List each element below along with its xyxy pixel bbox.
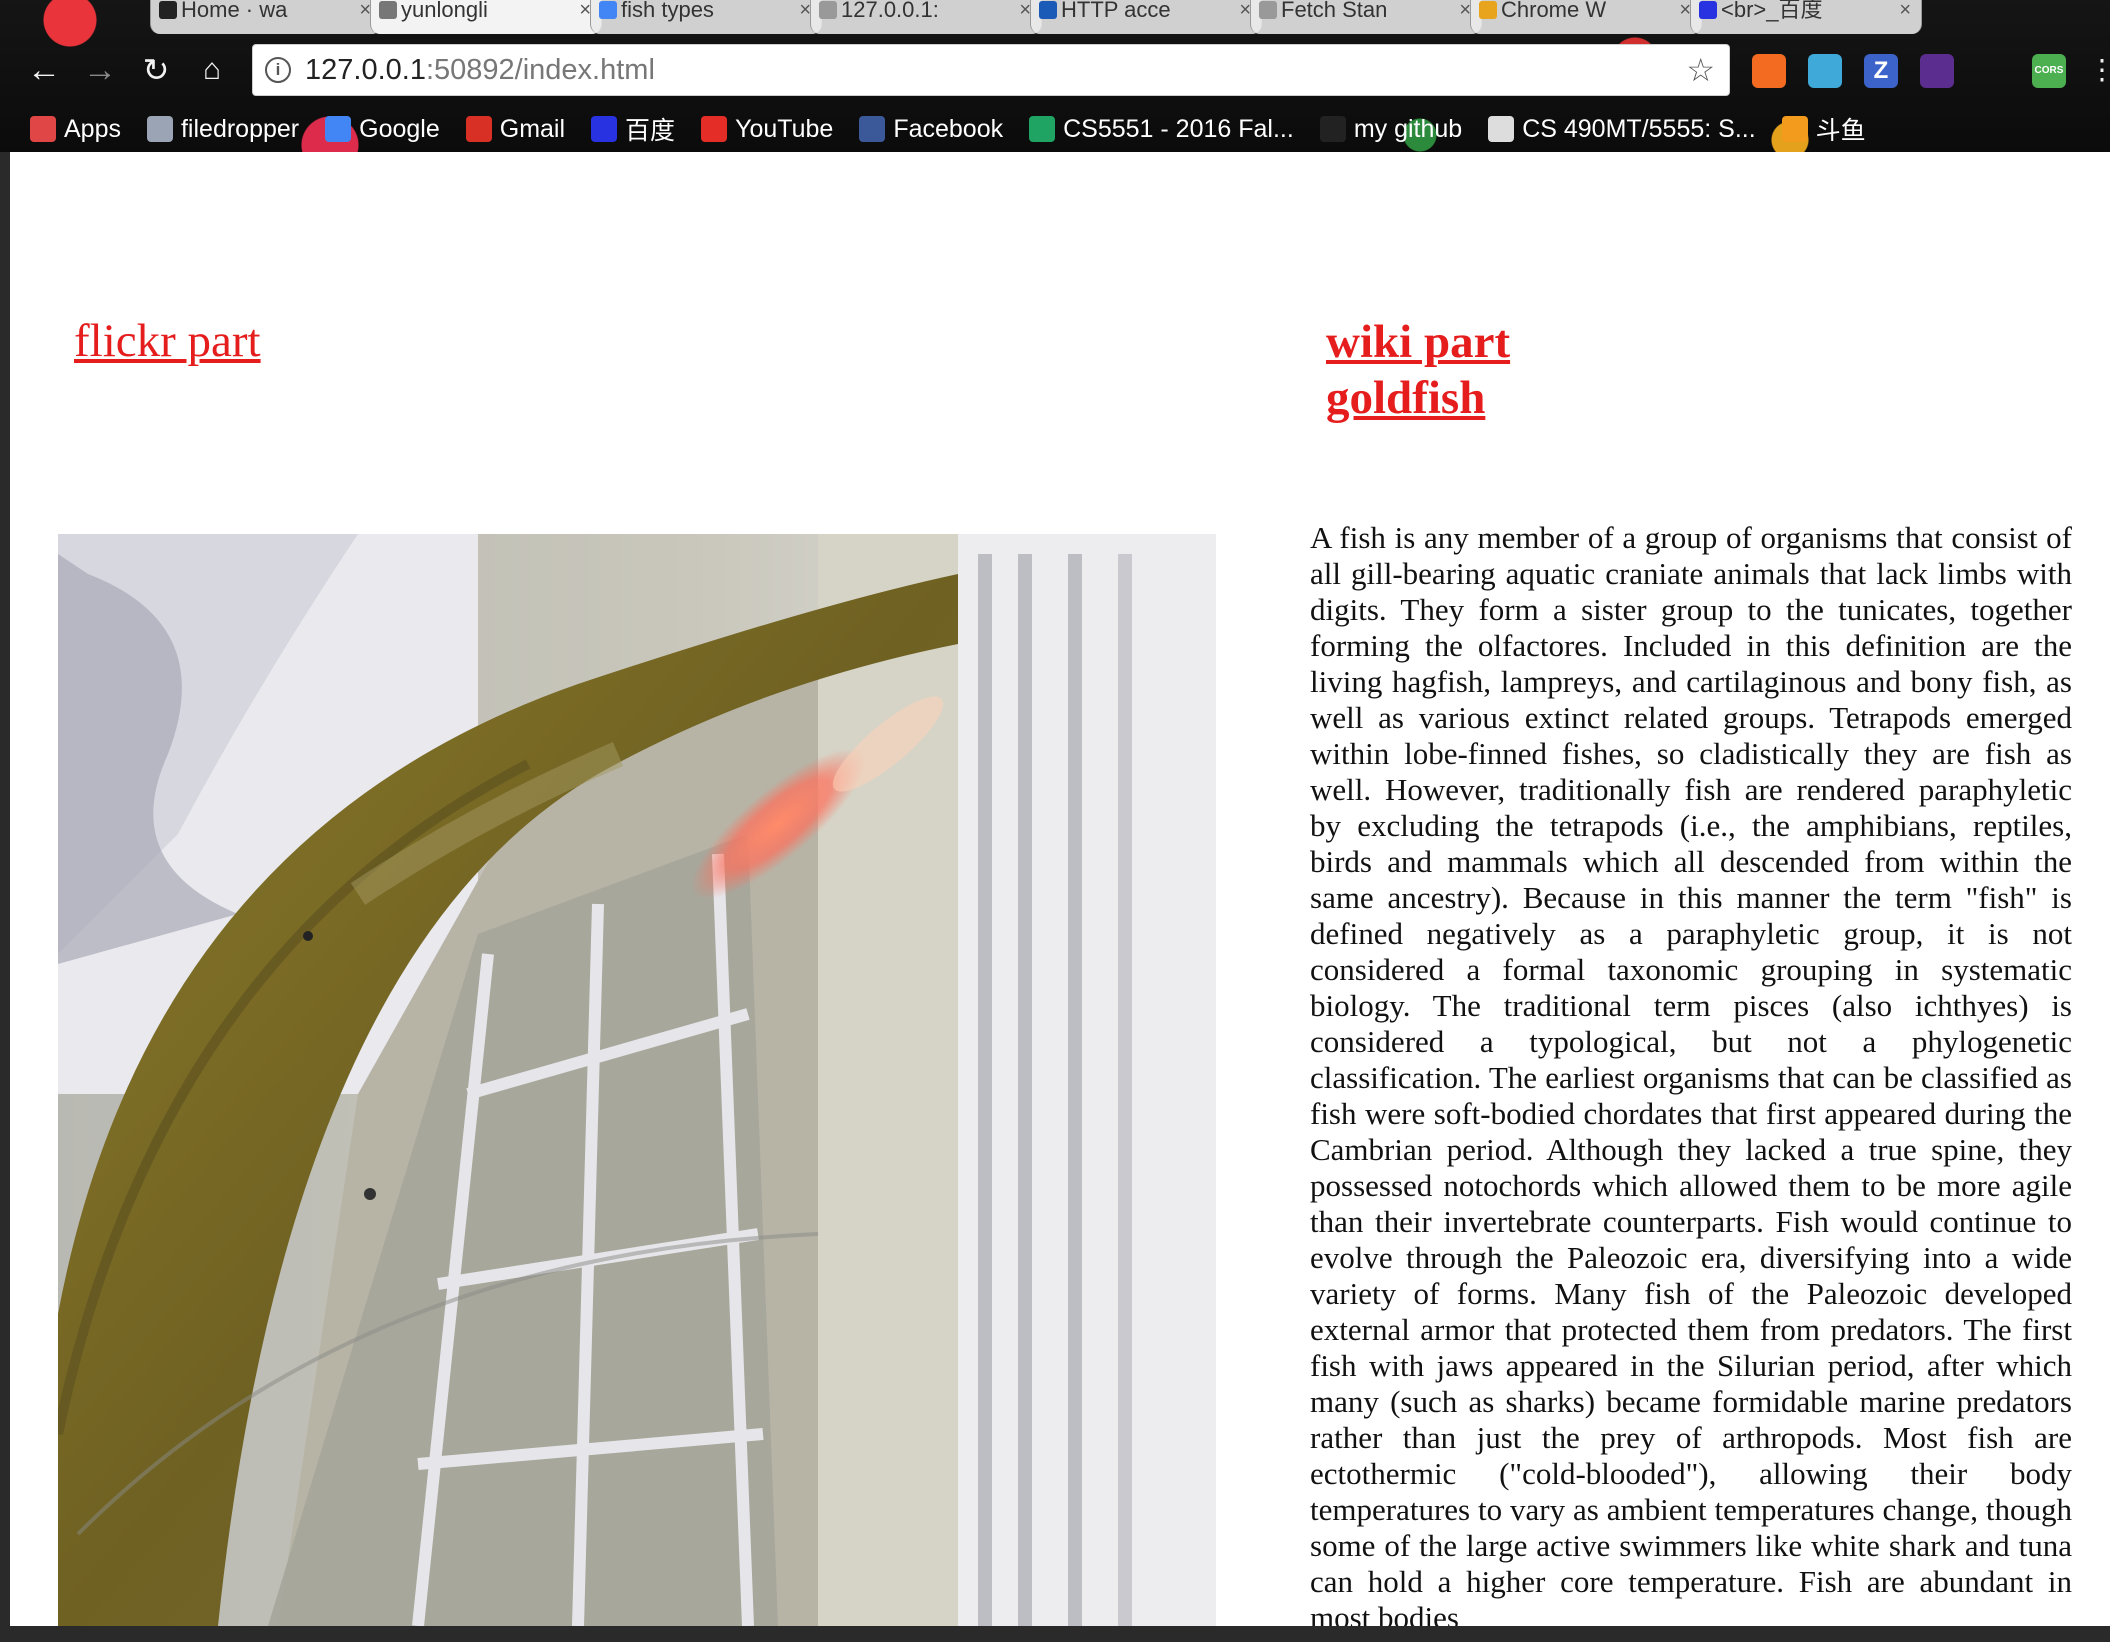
browser-tab[interactable]: HTTP acce × [1030, 0, 1262, 34]
apps-grid-icon [30, 116, 56, 142]
bookmark-label: YouTube [735, 114, 834, 143]
zotero-icon[interactable]: Z [1864, 54, 1898, 88]
browser-tab[interactable]: Chrome W × [1470, 0, 1702, 34]
bookmark-item[interactable]: YouTube [701, 115, 833, 144]
page-viewport[interactable]: flickr part wiki part goldfish A fish is… [10, 152, 2110, 1626]
flickr-photo [58, 534, 1216, 1626]
bookmark-label: 斗鱼 [1815, 117, 1866, 145]
tab-label: <br>_百度 [1721, 0, 1823, 22]
tab-label: HTTP acce [1061, 0, 1171, 22]
home-button[interactable]: ⌂ [192, 52, 232, 92]
page-icon [379, 1, 397, 19]
extension-globe-icon[interactable] [1808, 54, 1842, 88]
browser-tab[interactable]: Fetch Stan × [1250, 0, 1482, 34]
browser-tab[interactable]: <br>_百度 × [1690, 0, 1922, 34]
browser-tab[interactable]: fish types × [590, 0, 822, 34]
bookmark-label: CS 490MT/5555: S... [1522, 114, 1756, 143]
wiki-headings: wiki part goldfish [1326, 314, 1510, 426]
bookmark-item[interactable]: Google [325, 115, 440, 144]
goldfish-tank-photo [58, 534, 1216, 1626]
bookmark-item[interactable]: Facebook [859, 115, 1003, 144]
tab-label: fish types [621, 0, 714, 22]
google-icon [599, 1, 617, 19]
github-icon [1319, 116, 1346, 142]
url-path: :50892/index.html [425, 54, 655, 86]
bookmark-label: 百度 [625, 117, 676, 145]
page-icon [1488, 116, 1515, 142]
flickr-part-link[interactable]: flickr part [74, 314, 261, 368]
reload-button[interactable]: ↻ [136, 52, 176, 92]
tab-label: 127.0.0.1: [841, 0, 939, 22]
page-icon [819, 1, 837, 19]
bookmark-item[interactable]: 百度 [591, 111, 675, 147]
bookmark-label: Facebook [893, 114, 1004, 143]
bookmark-item[interactable]: Gmail [465, 114, 566, 144]
wiki-article-text: A fish is any member of a group of organ… [1310, 520, 2072, 1626]
browser-tab[interactable]: 127.0.0.1: × [810, 0, 1042, 34]
cors-icon[interactable]: CORS [2032, 54, 2066, 88]
baidu-icon [1699, 1, 1717, 19]
bookmark-label: Apps [64, 114, 121, 143]
chrome-icon [1479, 1, 1497, 19]
extension-meter-icon[interactable] [1920, 54, 1954, 88]
mdn-icon [1039, 1, 1057, 19]
url-host: 127.0.0.1 [305, 54, 426, 86]
goldfish-link[interactable]: goldfish [1326, 370, 1510, 426]
baidu-icon [591, 116, 618, 142]
bookmark-label: Gmail [499, 114, 566, 143]
youtube-icon [701, 116, 728, 142]
bookmark-item[interactable]: CS5551 - 2016 Fal... [1029, 115, 1294, 144]
bookmark-item[interactable]: 斗鱼 [1781, 111, 1866, 147]
browser-tab[interactable]: Home · wa × [150, 0, 382, 34]
bookmark-item[interactable]: Apps [30, 115, 121, 144]
window-bottom-edge [0, 1626, 2110, 1642]
bookmark-item[interactable]: CS 490MT/5555: S... [1488, 114, 1756, 144]
page-icon [1259, 1, 1277, 19]
wiki-part-link[interactable]: wiki part [1326, 314, 1510, 370]
back-button[interactable]: ← [24, 52, 64, 92]
address-bar[interactable]: i 127.0.0.1:50892/index.html ☆ [252, 44, 1730, 96]
star-icon[interactable]: ☆ [1686, 45, 1715, 95]
tab-label: yunlongli [401, 0, 488, 22]
forward-button[interactable]: → [80, 52, 120, 92]
info-icon[interactable]: i [265, 57, 291, 83]
bookmark-label: filedropper [180, 114, 300, 143]
bookmark-item[interactable]: my github [1319, 114, 1463, 144]
browser-toolbar: ← → ↻ ⌂ i 127.0.0.1:50892/index.html ☆ Z… [0, 36, 2110, 106]
close-icon[interactable]: × [1899, 0, 1911, 20]
browser-tab[interactable]: yunlongli × [370, 0, 602, 34]
bookmark-label: Google [359, 114, 440, 143]
tab-label: Chrome W [1501, 0, 1607, 22]
google-icon [325, 116, 352, 142]
tab-strip: Home · wa × yunlongli × fish types × 127.0.0.1… [150, 0, 1922, 36]
filedropper-icon [146, 116, 173, 142]
sheets-icon [1029, 116, 1056, 142]
gmail-icon [465, 116, 492, 142]
extension-orange-icon[interactable] [1752, 54, 1786, 88]
bookmark-label: my github [1353, 114, 1463, 143]
github-icon [159, 1, 177, 19]
menu-icon[interactable]: ⋮ [2082, 52, 2110, 92]
tab-label: Fetch Stan [1281, 0, 1388, 22]
bookmarks-bar: Apps filedropper Google Gmail 百度 YouTube Faceb… [30, 106, 1866, 152]
bookmark-label: CS5551 - 2016 Fal... [1063, 114, 1294, 143]
bookmark-item[interactable]: filedropper [146, 114, 300, 144]
tab-label: Home · wa [181, 0, 288, 22]
facebook-icon [859, 116, 886, 142]
douyu-icon [1781, 116, 1808, 142]
browser-chrome: Home · wa × yunlongli × fish types × 127.0.0.1… [0, 0, 2110, 152]
